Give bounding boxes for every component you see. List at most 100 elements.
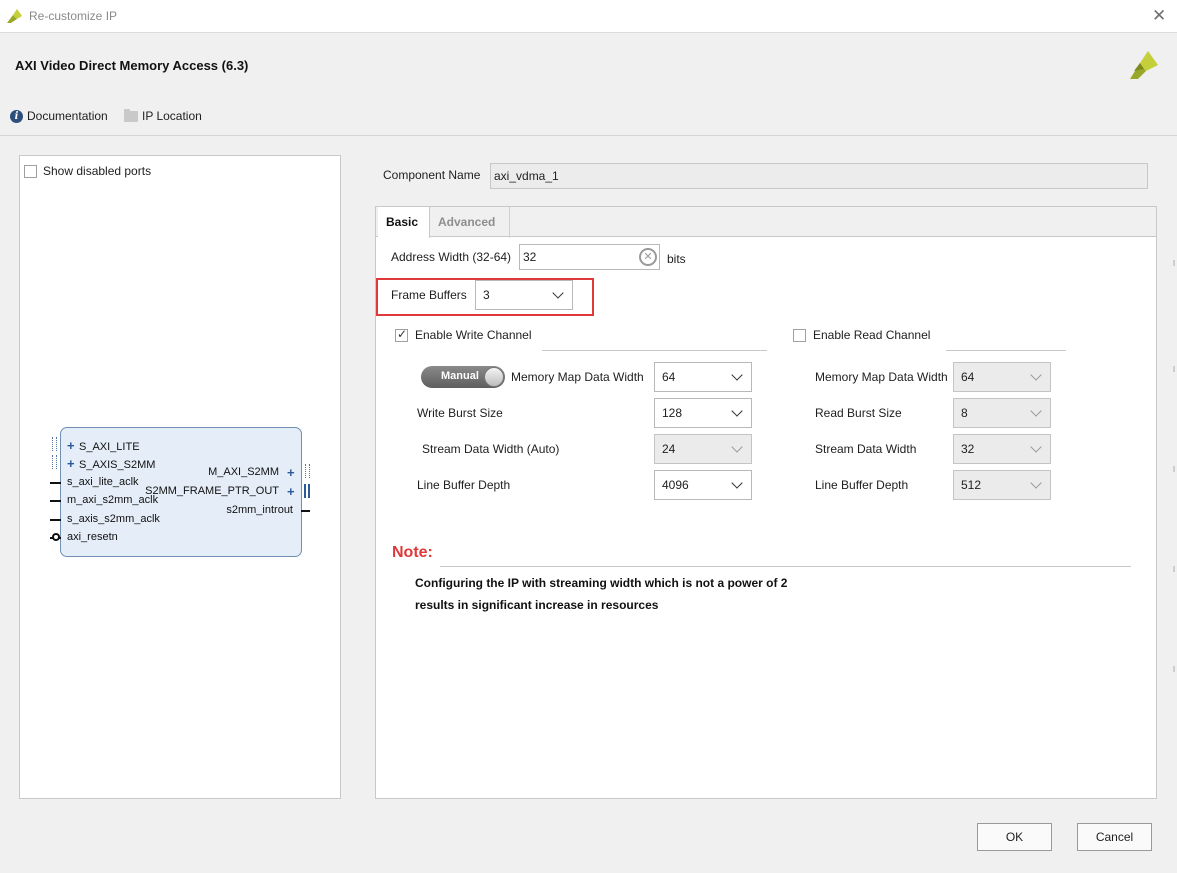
ip-location-link[interactable]: IP Location	[124, 108, 202, 123]
ip-location-label: IP Location	[142, 109, 202, 123]
toggle-label: Manual	[441, 370, 479, 382]
expand-plus-icon[interactable]: +	[287, 465, 299, 480]
chevron-down-icon	[1030, 477, 1042, 489]
checkbox-box[interactable]	[793, 328, 806, 342]
write-mm-width-label: Memory Map Data Width	[511, 370, 644, 384]
read-burst-value: 8	[961, 406, 968, 420]
write-burst-select[interactable]: 128	[654, 398, 752, 428]
tab-strip: Basic Advanced	[376, 207, 1156, 238]
address-width-unit: bits	[667, 252, 686, 266]
note-title: Note:	[392, 544, 433, 561]
dialog-header: AXI Video Direct Memory Access (6.3) i D…	[0, 33, 1177, 136]
title-bar: Re-customize IP ✕	[0, 0, 1177, 33]
show-disabled-label: Show disabled ports	[43, 164, 152, 178]
chevron-down-icon	[1030, 405, 1042, 417]
write-mm-width-select[interactable]: 64	[654, 362, 752, 392]
write-stream-width-label: Stream Data Width (Auto)	[422, 442, 560, 456]
write-burst-value: 128	[662, 406, 683, 420]
read-mm-width-select: 64	[953, 362, 1051, 392]
port-s-axis-s2mm: + S_AXIS_S2MM	[67, 456, 156, 471]
show-disabled-ports-checkbox[interactable]: Show disabled ports	[24, 164, 151, 178]
documentation-link[interactable]: i Documentation	[10, 109, 108, 123]
read-burst-label: Read Burst Size	[815, 406, 902, 420]
documentation-label: Documentation	[27, 109, 108, 123]
bus-connector	[304, 484, 310, 498]
write-line-buffer-select[interactable]: 4096	[654, 470, 752, 500]
read-mm-width-value: 64	[961, 370, 975, 384]
expand-plus-icon[interactable]: +	[287, 484, 299, 499]
enable-write-label: Enable Write Channel	[415, 328, 532, 342]
frame-buffers-select[interactable]: 3	[475, 280, 573, 310]
tab-basic[interactable]: Basic	[378, 207, 430, 238]
frame-buffers-label: Frame Buffers	[391, 288, 467, 302]
port-s2mm-introut: s2mm_introut	[226, 504, 293, 516]
chevron-down-icon	[1030, 441, 1042, 453]
note-line-2: results in significant increase in resou…	[415, 598, 659, 612]
manual-toggle[interactable]: Manual	[421, 366, 505, 388]
info-icon: i	[10, 109, 23, 123]
read-stream-width-select: 32	[953, 434, 1051, 464]
write-line-buffer-label: Line Buffer Depth	[417, 478, 511, 492]
write-stream-width-value: 24	[662, 442, 676, 456]
tab-advanced[interactable]: Advanced	[430, 207, 510, 238]
window-title: Re-customize IP	[29, 9, 118, 23]
read-mm-width-label: Memory Map Data Width	[815, 370, 948, 384]
port-s2mm-frame-ptr-out: S2MM_FRAME_PTR_OUT	[145, 485, 279, 497]
frame-buffers-value: 3	[483, 288, 490, 302]
chevron-down-icon	[731, 405, 743, 417]
chevron-down-icon	[552, 287, 564, 299]
pin-line	[301, 510, 310, 512]
ip-title: AXI Video Direct Memory Access (6.3)	[15, 58, 249, 73]
chevron-down-icon	[731, 477, 743, 489]
xilinx-logo-icon	[7, 9, 22, 23]
symbol-panel: Show disabled ports + S_AXI_LITE + S_AXIS_…	[19, 155, 341, 799]
bus-connector	[305, 464, 310, 478]
enable-write-channel-checkbox[interactable]: Enable Write Channel	[395, 327, 532, 342]
read-stream-width-value: 32	[961, 442, 975, 456]
close-icon[interactable]: ✕	[1152, 6, 1166, 26]
component-name-label: Component Name	[383, 168, 481, 182]
ip-symbol-block: + S_AXI_LITE + S_AXIS_S2MM s_axi_lite_aclk…	[50, 427, 310, 557]
divider	[946, 350, 1066, 351]
divider	[440, 566, 1131, 567]
pin-line	[50, 482, 61, 484]
enable-read-channel-checkbox[interactable]: Enable Read Channel	[793, 328, 930, 342]
chevron-down-icon	[731, 441, 743, 453]
note-line-1: Configuring the IP with streaming width …	[415, 576, 788, 590]
cancel-button[interactable]: Cancel	[1077, 823, 1152, 851]
checkbox-box[interactable]	[24, 164, 37, 178]
pin-line	[50, 519, 61, 521]
pin-line	[50, 500, 61, 502]
write-burst-label: Write Burst Size	[417, 406, 503, 420]
write-line-buffer-value: 4096	[662, 478, 689, 492]
edge-marks	[1173, 260, 1175, 672]
folder-icon	[124, 108, 138, 122]
ok-button[interactable]: OK	[977, 823, 1052, 851]
write-stream-width-select: 24	[654, 434, 752, 464]
read-burst-select: 8	[953, 398, 1051, 428]
read-stream-width-label: Stream Data Width	[815, 442, 917, 456]
checkbox-checked-icon[interactable]	[395, 327, 408, 342]
active-low-bubble	[52, 533, 60, 541]
bus-connector	[52, 455, 57, 469]
read-line-buffer-label: Line Buffer Depth	[815, 478, 909, 492]
brand-logo-icon	[1130, 51, 1158, 79]
component-name-field[interactable]: axi_vdma_1	[490, 163, 1148, 189]
read-line-buffer-select: 512	[953, 470, 1051, 500]
port-m-axi-s2mm: M_AXI_S2MM	[208, 466, 279, 478]
address-width-label: Address Width (32-64)	[391, 250, 512, 264]
clear-icon[interactable]: ✕	[639, 248, 657, 266]
chevron-down-icon	[731, 369, 743, 381]
expand-plus-icon[interactable]: +	[67, 438, 79, 453]
bus-connector	[52, 437, 57, 451]
expand-plus-icon[interactable]: +	[67, 456, 79, 471]
chevron-down-icon	[1030, 369, 1042, 381]
read-line-buffer-value: 512	[961, 478, 982, 492]
enable-read-label: Enable Read Channel	[813, 328, 931, 342]
toggle-knob	[484, 367, 504, 387]
write-mm-width-value: 64	[662, 370, 676, 384]
port-s-axi-lite: + S_AXI_LITE	[67, 438, 140, 453]
port-axi-resetn: axi_resetn	[67, 531, 118, 543]
port-s-axi-lite-aclk: s_axi_lite_aclk	[67, 476, 139, 488]
port-s-axis-s2mm-aclk: s_axis_s2mm_aclk	[67, 513, 160, 525]
